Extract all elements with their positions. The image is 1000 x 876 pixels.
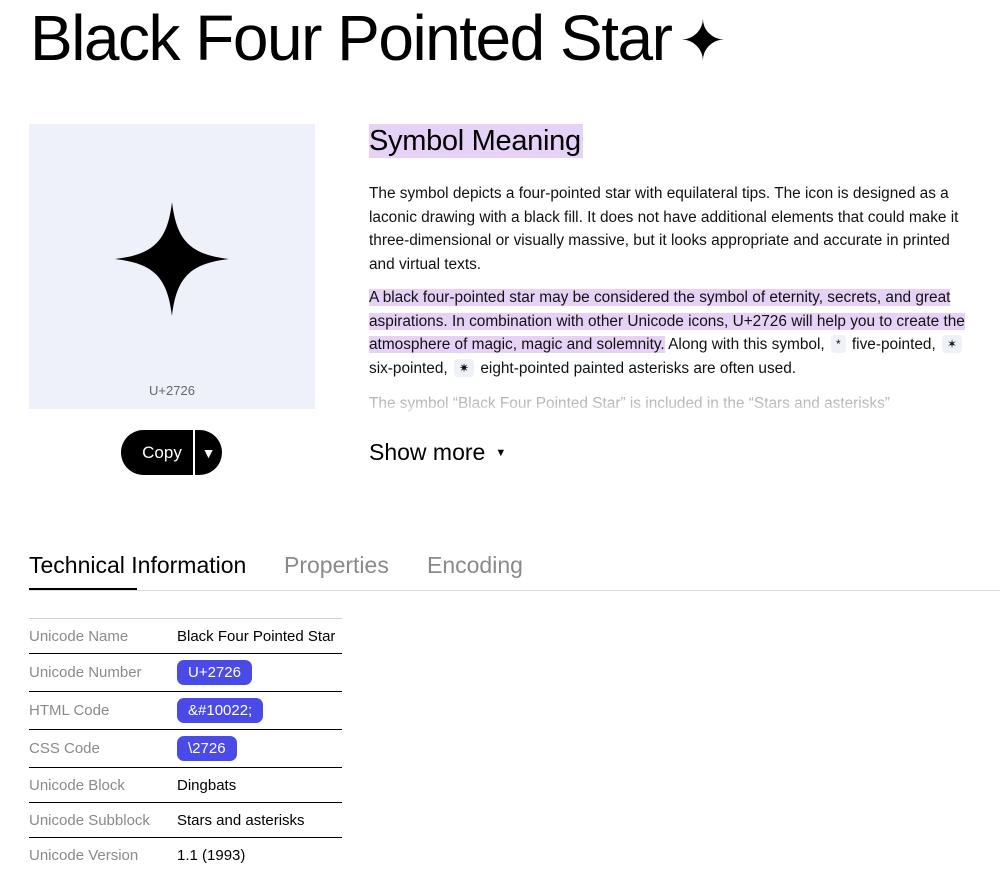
four-pointed-star-icon [115, 202, 229, 316]
technical-info-table: Unicode Name Black Four Pointed Star Uni… [29, 618, 342, 872]
table-row: Unicode Version 1.1 (1993) [29, 837, 342, 872]
row-label: Unicode Number [29, 664, 142, 681]
row-label: Unicode Subblock [29, 811, 150, 829]
symbol-preview: U+2726 [29, 124, 315, 409]
info-tabs: Technical Information Properties Encodin… [29, 548, 1000, 591]
symbol-meaning-text: The symbol depicts a four-pointed star w… [369, 182, 969, 390]
eight-pointed-glyph-chip[interactable]: ✷ [454, 358, 475, 377]
six-pointed-text: six-pointed, [369, 359, 448, 377]
table-row: Unicode Subblock Stars and asterisks [29, 802, 342, 837]
copy-button[interactable]: Copy ▼ [121, 430, 222, 475]
table-row: HTML Code &#10022; [29, 691, 342, 729]
row-value: Stars and asterisks [177, 811, 305, 829]
table-row: Unicode Block Dingbats [29, 767, 342, 802]
table-row: CSS Code \2726 [29, 729, 342, 767]
asterisk-glyph-chip[interactable]: * [830, 335, 846, 353]
row-label: HTML Code [29, 702, 110, 719]
show-more-label: Show more [369, 439, 486, 465]
row-label: Unicode Block [29, 776, 125, 794]
row-value: 1.1 (1993) [177, 846, 246, 864]
row-label: CSS Code [29, 740, 100, 757]
row-value: Dingbats [177, 776, 237, 794]
active-tab-underline [29, 588, 137, 590]
title-star-glyph: ✦ [679, 9, 726, 72]
page-title: Black Four Pointed Star ✦ [30, 0, 726, 81]
five-pointed-text: five-pointed, [847, 336, 936, 353]
tab-encoding[interactable]: Encoding [427, 552, 523, 579]
copy-button-label: Copy [142, 442, 182, 462]
unicode-number-pill[interactable]: U+2726 [177, 660, 252, 685]
eight-pointed-text: eight-pointed painted asterisks are ofte… [476, 359, 797, 377]
css-code-pill[interactable]: \2726 [177, 736, 237, 761]
show-more-button[interactable]: Show more ▼ [369, 439, 506, 466]
table-row: Unicode Name Black Four Pointed Star [29, 618, 342, 653]
symbol-meaning-heading: Symbol Meaning [369, 124, 583, 158]
row-label: Unicode Name [29, 627, 129, 645]
row-label: Unicode Version [29, 846, 139, 864]
copy-dropdown-caret-icon[interactable]: ▼ [195, 445, 222, 461]
page-title-text: Black Four Pointed Star [30, 2, 673, 74]
show-more-caret-icon: ▼ [495, 446, 507, 459]
tab-properties[interactable]: Properties [284, 552, 389, 579]
meaning-paragraph-1: The symbol depicts a four-pointed star w… [369, 185, 959, 273]
six-pointed-glyph-chip[interactable]: ✶ [942, 335, 963, 353]
faded-paragraph-text: The symbol “Black Four Pointed Star” is … [369, 395, 890, 412]
row-value: Black Four Pointed Star [177, 627, 336, 645]
preview-code-label: U+2726 [149, 383, 195, 398]
tab-technical-information[interactable]: Technical Information [29, 552, 246, 579]
meaning-paragraph-2: A black four-pointed star may be conside… [369, 286, 969, 380]
table-row: Unicode Number U+2726 [29, 653, 342, 691]
faded-paragraph: The symbol “Black Four Pointed Star” is … [369, 390, 979, 420]
html-code-pill[interactable]: &#10022; [177, 698, 264, 723]
paragraph-2-rest: Along with this symbol, [664, 336, 825, 353]
